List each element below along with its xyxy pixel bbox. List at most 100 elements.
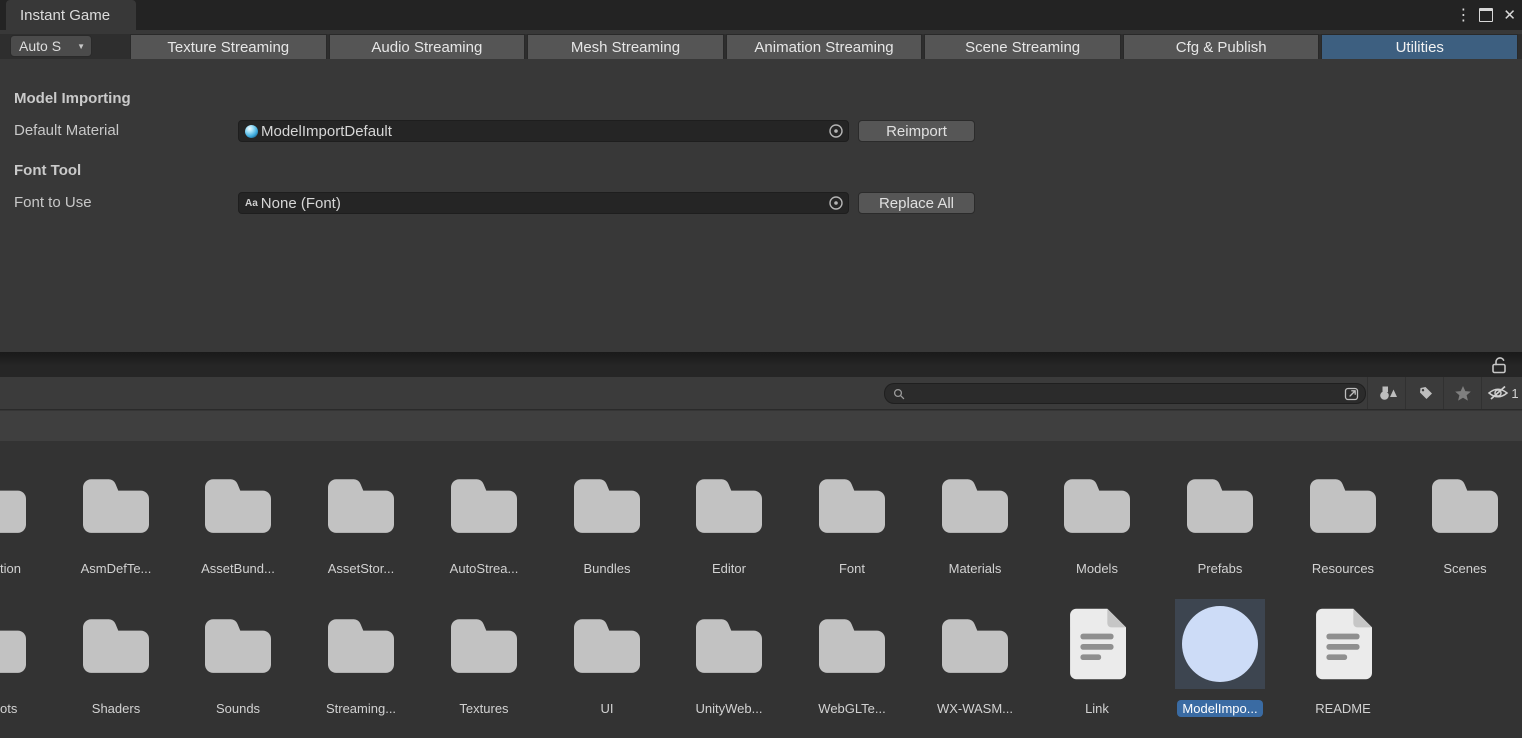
filter-by-label-button[interactable] xyxy=(1405,377,1444,409)
asset-label: UnityWeb... xyxy=(691,700,768,717)
asset-item-folder[interactable]: Bundles xyxy=(546,458,668,577)
default-material-value: ModelImportDefault xyxy=(261,123,392,140)
folder-icon xyxy=(696,598,762,690)
asset-item-folder[interactable]: Scenes xyxy=(1404,458,1522,577)
asset-label: Materials xyxy=(944,560,1007,577)
folder-icon xyxy=(328,458,394,550)
folder-icon xyxy=(451,458,517,550)
material-thumbnail-box xyxy=(1175,598,1265,690)
folder-icon xyxy=(83,598,149,690)
asset-label: Shaders xyxy=(87,700,145,717)
asset-item-folder[interactable]: UI xyxy=(546,598,668,717)
section-header-font-tool: Font Tool xyxy=(14,162,81,179)
document-icon xyxy=(1068,598,1126,690)
asset-item-folder[interactable]: Font xyxy=(791,458,913,577)
asset-item-folder[interactable]: Models xyxy=(1036,458,1158,577)
favorites-button[interactable] xyxy=(1443,377,1482,409)
asset-item-folder[interactable]: AssetStor... xyxy=(300,458,422,577)
font-to-use-field[interactable]: Aa None (Font) xyxy=(238,192,849,214)
folder-icon xyxy=(1432,458,1498,550)
asset-label: Streaming... xyxy=(321,700,401,717)
asset-item-folder[interactable]: Resources xyxy=(1282,458,1404,577)
asset-label: Bundles xyxy=(579,560,636,577)
asset-item-folder[interactable]: UnityWeb... xyxy=(668,598,790,717)
lock-open-icon[interactable] xyxy=(1491,356,1508,374)
auto-sync-dropdown[interactable]: Auto S ▼ xyxy=(10,35,92,57)
tab-scene-streaming[interactable]: Scene Streaming xyxy=(924,34,1121,59)
search-field[interactable] xyxy=(884,383,1366,404)
asset-label: UI xyxy=(596,700,619,717)
asset-item-folder[interactable]: Editor xyxy=(668,458,790,577)
asset-item-folder[interactable]: Textures xyxy=(423,598,545,717)
default-material-field[interactable]: ModelImportDefault xyxy=(238,120,849,142)
window-menu-icon[interactable]: ⋮ xyxy=(1455,5,1469,25)
asset-label: Link xyxy=(1080,700,1114,717)
folder-icon xyxy=(574,458,640,550)
tab-texture-streaming[interactable]: Texture Streaming xyxy=(130,34,327,59)
asset-grid-row: tion AsmDefTe... AssetBund... AssetStor... A… xyxy=(0,458,1522,598)
maximize-icon[interactable] xyxy=(1479,8,1493,22)
material-thumbnail xyxy=(1175,599,1265,689)
asset-item-folder[interactable]: Prefabs xyxy=(1159,458,1281,577)
folder-icon xyxy=(1187,458,1253,550)
star-icon xyxy=(1454,385,1472,402)
asset-item-folder[interactable]: Sounds xyxy=(177,598,299,717)
window-title: Instant Game xyxy=(20,7,110,24)
asset-label: Scenes xyxy=(1438,560,1491,577)
asset-item-folder[interactable]: AsmDefTe... xyxy=(55,458,177,577)
tab-utilities[interactable]: Utilities xyxy=(1321,34,1518,59)
folder-icon xyxy=(1310,458,1376,550)
filter-by-type-button[interactable] xyxy=(1367,377,1406,409)
hidden-count: 1 xyxy=(1511,386,1518,401)
reimport-button[interactable]: Reimport xyxy=(858,120,975,142)
folder-icon xyxy=(1064,458,1130,550)
object-picker-icon[interactable] xyxy=(828,195,844,211)
search-input[interactable] xyxy=(905,385,1343,402)
asset-item-folder[interactable]: Streaming... xyxy=(300,598,422,717)
breadcrumb-bar xyxy=(0,410,1522,441)
tab-cfg-publish[interactable]: Cfg & Publish xyxy=(1123,34,1320,59)
open-search-window-icon[interactable] xyxy=(1343,385,1361,403)
folder-icon xyxy=(819,598,885,690)
asset-item-material[interactable]: ModelImpo... xyxy=(1159,598,1281,717)
material-sphere-icon xyxy=(245,125,258,138)
tab-toolbar: Auto S ▼ Texture StreamingAudio Streamin… xyxy=(0,34,1522,59)
asset-item-folder[interactable]: AssetBund... xyxy=(177,458,299,577)
asset-item-folder[interactable]: WebGLTe... xyxy=(791,598,913,717)
close-icon[interactable]: ✕ xyxy=(1503,6,1516,24)
asset-item-folder[interactable]: WX-WASM... xyxy=(914,598,1036,717)
type-shapes-icon xyxy=(1378,384,1397,402)
folder-icon xyxy=(83,458,149,550)
asset-item-folder[interactable]: Materials xyxy=(914,458,1036,577)
tab-animation-streaming[interactable]: Animation Streaming xyxy=(726,34,923,59)
panel-menu-icon-clipped[interactable]: ⋮ xyxy=(1518,356,1522,374)
dropdown-label: Auto S xyxy=(19,38,61,54)
asset-label: Resources xyxy=(1307,560,1379,577)
object-picker-icon[interactable] xyxy=(828,123,844,139)
asset-label: AssetBund... xyxy=(196,560,280,577)
folder-icon xyxy=(819,458,885,550)
asset-item-folder[interactable]: AutoStrea... xyxy=(423,458,545,577)
asset-item-folder[interactable]: Shaders xyxy=(55,598,177,717)
asset-label: ModelImpo... xyxy=(1177,700,1262,717)
tag-icon xyxy=(1417,385,1434,402)
asset-label: AssetStor... xyxy=(323,560,399,577)
asset-label: tion xyxy=(0,560,21,577)
font-to-use-value: None (Font) xyxy=(261,195,341,212)
folder-icon xyxy=(942,598,1008,690)
hidden-count-toggle[interactable]: 1 xyxy=(1481,377,1522,409)
tab-audio-streaming[interactable]: Audio Streaming xyxy=(329,34,526,59)
replace-all-button[interactable]: Replace All xyxy=(858,192,975,214)
window-titlebar: Instant Game ⋮ ✕ xyxy=(0,0,1522,30)
asset-label: Font xyxy=(834,560,870,577)
instant-game-window: Instant Game ⋮ ✕ Auto S ▼ Texture Stream… xyxy=(0,0,1522,352)
tab-mesh-streaming[interactable]: Mesh Streaming xyxy=(527,34,724,59)
asset-item-document[interactable]: README xyxy=(1282,598,1404,717)
asset-item-document[interactable]: Link xyxy=(1036,598,1158,717)
asset-grid-row: otsShadersSoundsStreaming...TexturesUIUn… xyxy=(0,598,1522,738)
font-to-use-label: Font to Use xyxy=(14,192,92,214)
folder-icon xyxy=(0,598,26,690)
asset-label: WebGLTe... xyxy=(813,700,890,717)
asset-label: Prefabs xyxy=(1193,560,1248,577)
window-title-tab[interactable]: Instant Game xyxy=(6,0,136,30)
